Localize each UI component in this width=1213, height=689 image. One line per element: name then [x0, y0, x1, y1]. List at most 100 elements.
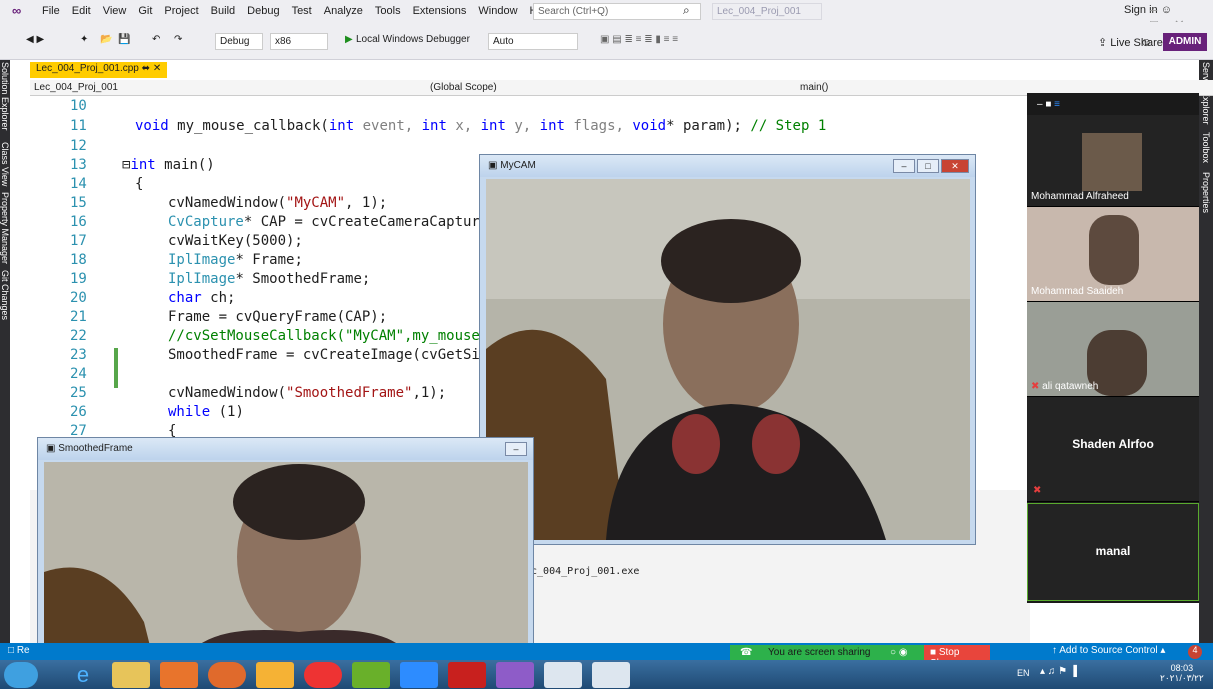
zoom-icon[interactable]: [400, 662, 438, 688]
menu-analyze[interactable]: Analyze: [318, 5, 369, 17]
system-clock[interactable]: 08:03 ٢٠٢١/٠٣/٢٢: [1160, 663, 1204, 684]
line-number: 22: [70, 328, 87, 344]
menu-build[interactable]: Build: [205, 5, 241, 17]
menu-project[interactable]: Project: [158, 5, 204, 17]
firefox-icon[interactable]: [208, 662, 246, 688]
search-icon[interactable]: ⌕: [683, 3, 690, 18]
participant-tile[interactable]: Mohammad Alfraheed: [1027, 115, 1199, 207]
nav-project-select[interactable]: Lec_004_Proj_001: [34, 82, 118, 93]
property-manager-tab[interactable]: Property Manager: [0, 192, 10, 264]
right-tool-strip: Server Explorer Toolbox Properties: [1199, 60, 1213, 655]
stop-share-button[interactable]: ■ Stop Share: [924, 645, 990, 669]
mycam-window[interactable]: ▣ MyCAM – □ ✕: [479, 154, 976, 545]
smoothedframe-window[interactable]: ▣ SmoothedFrame –: [37, 437, 534, 667]
notification-badge[interactable]: 4: [1188, 645, 1202, 659]
menu-edit[interactable]: Edit: [66, 5, 97, 17]
code-line: while (1): [168, 404, 244, 420]
menu-file[interactable]: File: [36, 5, 66, 17]
live-share-button[interactable]: ⇪ Live Share: [1098, 36, 1163, 49]
menu-git[interactable]: Git: [132, 5, 158, 17]
toolbar-icons-group[interactable]: ▣ ▤ ≣ ≡ ≣ ▮ ≡ ≡: [600, 34, 678, 45]
participant-name: ✖ ali qatawneh: [1031, 381, 1099, 392]
search-input[interactable]: Search (Ctrl+Q): [533, 3, 701, 20]
zoom-view-controls[interactable]: – ■ ≡: [1037, 99, 1060, 110]
line-number: 20: [70, 290, 87, 306]
open-icon[interactable]: 📂: [100, 34, 112, 45]
debugger-select[interactable]: Local Windows Debugger: [356, 34, 470, 45]
participant-tile[interactable]: manal: [1027, 503, 1199, 601]
add-to-source-control-button[interactable]: ↑ Add to Source Control ▴: [1052, 645, 1165, 656]
code-line: cvWaitKey(5000);: [168, 233, 303, 249]
language-indicator[interactable]: EN: [1017, 668, 1030, 678]
back-forward-icon[interactable]: ◀ ▶: [26, 34, 44, 45]
arrow-up-icon: ↑: [1052, 645, 1057, 656]
folder-app-icon[interactable]: [256, 662, 294, 688]
configuration-select[interactable]: Debug: [215, 33, 263, 50]
chrome-icon[interactable]: [304, 662, 342, 688]
participant-tile[interactable]: Mohammad Saaideh: [1027, 207, 1199, 302]
project-title: Lec_004_Proj_001: [712, 3, 822, 20]
platform-select[interactable]: x86: [270, 33, 328, 50]
maximize-button[interactable]: □: [917, 159, 939, 173]
menu-debug[interactable]: Debug: [241, 5, 285, 17]
participant-video: [1082, 133, 1142, 191]
admin-badge[interactable]: ADMIN: [1163, 33, 1207, 51]
file-explorer-icon[interactable]: [112, 662, 150, 688]
nav-scope-select[interactable]: (Global Scope): [430, 82, 497, 93]
change-marker: [114, 348, 118, 388]
git-changes-tab[interactable]: Git Changes: [0, 270, 10, 320]
toolbox-tab[interactable]: Toolbox: [1201, 132, 1211, 163]
menu-view[interactable]: View: [97, 5, 133, 17]
participant-tile[interactable]: ✖ ali qatawneh: [1027, 302, 1199, 397]
acrobat-icon[interactable]: [448, 662, 486, 688]
clock-date: ٢٠٢١/٠٣/٢٢: [1160, 673, 1204, 683]
code-line: Frame = cvQueryFrame(CAP);: [168, 309, 388, 325]
line-number: 15: [70, 195, 87, 211]
visual-studio-logo-icon: ∞: [12, 3, 22, 18]
share-status-icons[interactable]: ○ ◉: [890, 647, 908, 658]
undo-icon[interactable]: ↶: [152, 34, 160, 45]
smoothedframe-titlebar[interactable]: ▣ SmoothedFrame –: [38, 438, 533, 460]
ready-status: □ Re: [8, 645, 30, 656]
green-app-icon[interactable]: [352, 662, 390, 688]
tray-icons[interactable]: ▴ ♫ ⚑ ▐: [1040, 666, 1077, 677]
muted-mic-icon: ✖: [1031, 381, 1040, 392]
class-view-tab[interactable]: Class View: [0, 142, 10, 186]
live-share-label: Live Share: [1110, 37, 1163, 49]
code-line: ⊟int main(): [122, 157, 215, 173]
menu-window[interactable]: Window: [472, 5, 523, 17]
console-window-icon[interactable]: [544, 662, 582, 688]
document-tab[interactable]: Lec_004_Proj_001.cpp ⬌ ✕: [30, 62, 168, 78]
left-tool-strip: Solution Explorer Class View Property Ma…: [0, 60, 10, 655]
new-project-icon[interactable]: ✦: [80, 34, 88, 45]
minimize-button[interactable]: –: [893, 159, 915, 173]
menu-test[interactable]: Test: [286, 5, 318, 17]
code-line: IplImage* SmoothedFrame;: [168, 271, 371, 287]
line-number: 10: [70, 98, 87, 114]
properties-tab[interactable]: Properties: [1201, 172, 1211, 213]
media-player-icon[interactable]: [160, 662, 198, 688]
close-tab-icon[interactable]: ✕: [153, 63, 161, 74]
visual-studio-icon[interactable]: [496, 662, 534, 688]
minimize-button[interactable]: –: [505, 442, 527, 456]
mycam-titlebar[interactable]: ▣ MyCAM – □ ✕: [480, 155, 975, 177]
solution-explorer-tab[interactable]: Solution Explorer: [0, 62, 10, 131]
start-button-icon[interactable]: [4, 662, 38, 688]
line-number: 16: [70, 214, 87, 230]
nav-member-select[interactable]: main(): [800, 82, 828, 93]
smoothedframe-title: SmoothedFrame: [58, 443, 133, 454]
line-number: 17: [70, 233, 87, 249]
console-window-icon-2[interactable]: [592, 662, 630, 688]
redo-icon[interactable]: ↷: [174, 34, 182, 45]
menu-extensions[interactable]: Extensions: [407, 5, 473, 17]
participant-tile[interactable]: Shaden Alrfoo ✖: [1027, 397, 1199, 502]
save-icon[interactable]: 💾: [118, 34, 130, 45]
pin-icon[interactable]: ⬌: [142, 63, 150, 74]
close-button[interactable]: ✕: [941, 159, 969, 173]
feedback-icon[interactable]: ☺: [1140, 35, 1152, 49]
menu-tools[interactable]: Tools: [369, 5, 407, 17]
internet-explorer-icon[interactable]: e: [64, 662, 102, 688]
start-debug-icon[interactable]: ▶: [345, 34, 353, 45]
auto-select[interactable]: Auto: [488, 33, 578, 50]
line-number: 14: [70, 176, 87, 192]
